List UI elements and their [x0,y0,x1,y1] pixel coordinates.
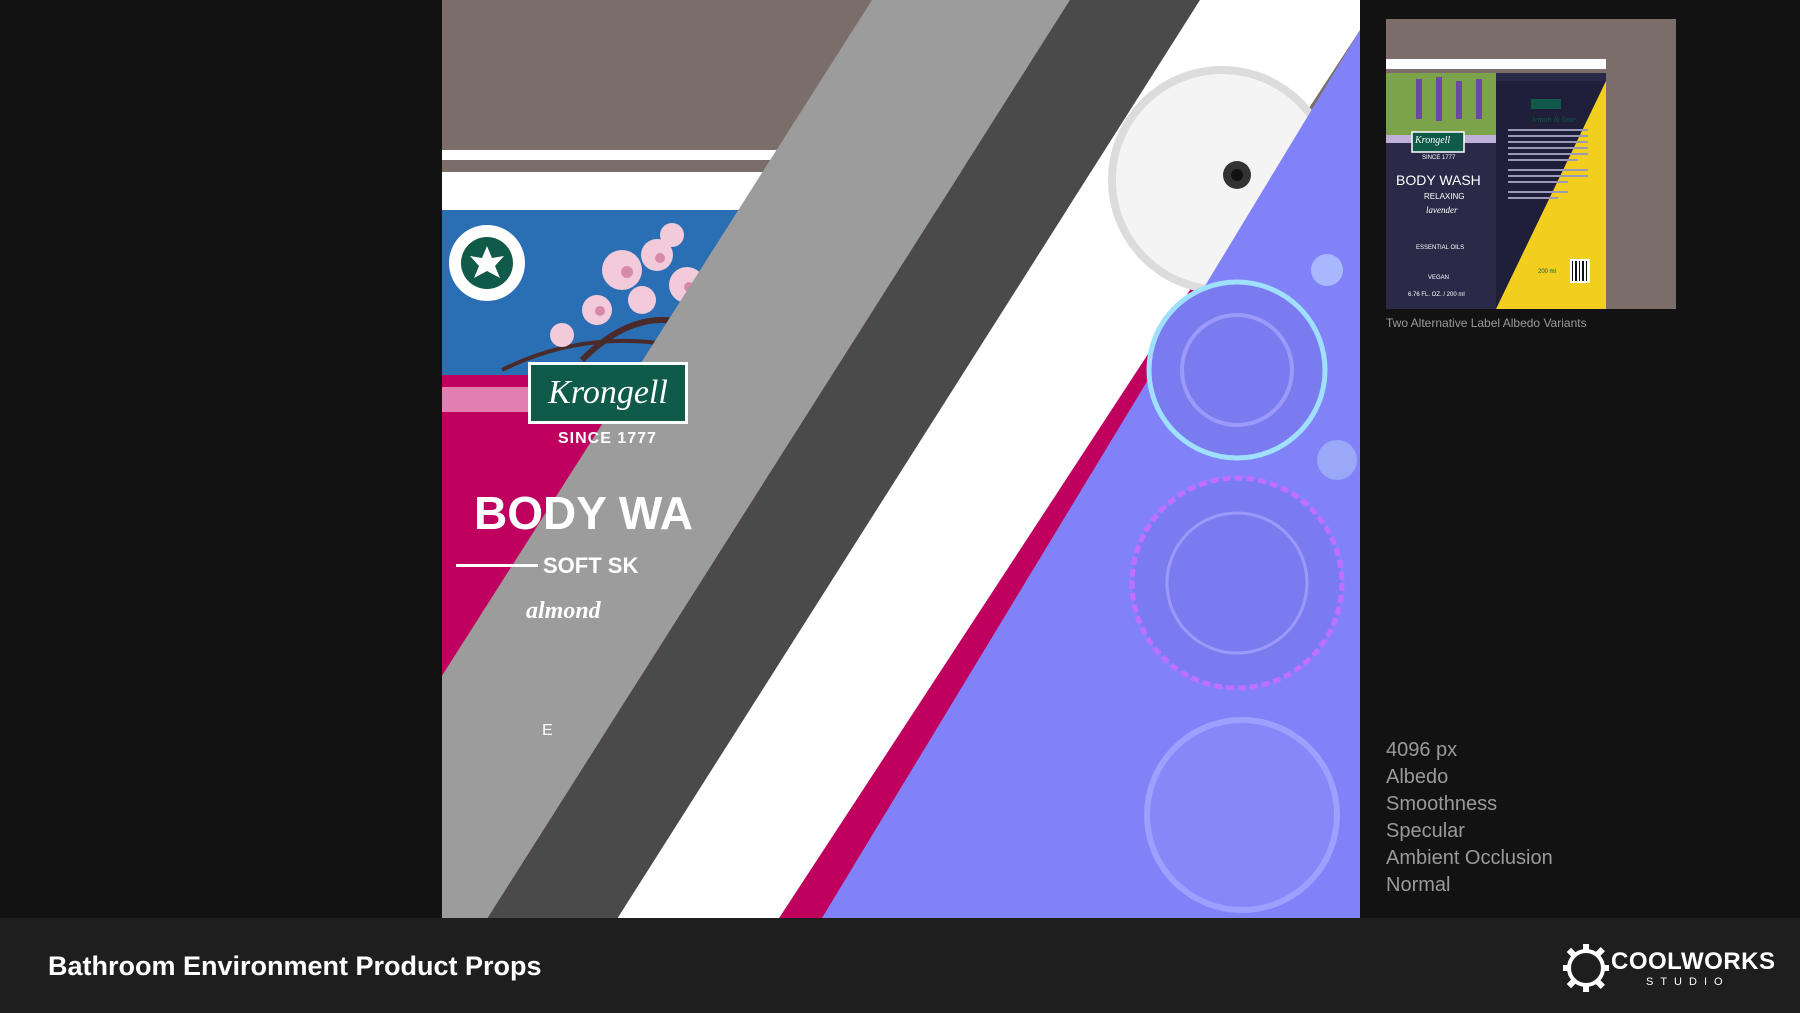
footer-bar: Bathroom Environment Product Props COOLW… [0,918,1800,1013]
thumbnail-caption: Two Alternative Label Albedo Variants [1386,316,1587,330]
spec-specular: Specular [1386,820,1465,842]
variant-name: SOFT SK [543,553,639,578]
spec-smoothness: Smoothness [1386,793,1498,815]
variant-rule [456,564,538,567]
normal-map-caps [1129,254,1357,913]
viewport: Krongell SINCE 1777 BODY WA SOFT SK almo… [0,0,1800,918]
thumb-variant: RELAXING [1424,192,1465,201]
logo-wordmark: COOLWORKS [1611,948,1776,975]
thumb-alt-scent: lemon & lime [1532,115,1576,124]
spec-ambient-occlusion: Ambient Occlusion [1386,847,1553,869]
texture-spec-list: 4096 px Albedo Smoothness Specular Ambie… [1386,737,1553,899]
thumb-scent: lavender [1426,205,1458,215]
top-strip [442,150,782,160]
spec-albedo: Albedo [1386,766,1449,788]
spec-resolution: 4096 px [1386,739,1458,761]
texture-artwork [442,0,1360,918]
thumb-feature-2: VEGAN [1428,275,1450,281]
logo-subtitle: STUDIO [1646,976,1730,988]
product-title: BODY WA [474,487,693,539]
texture-composite: Krongell SINCE 1777 BODY WA SOFT SK almo… [442,0,1360,918]
thumb-product: BODY WASH [1396,172,1481,188]
thumb-since: SINCE 1777 [1422,155,1456,161]
thumb-feature-1: ESSENTIAL OILS [1416,245,1465,251]
thumb-alt-volume: 200 ml [1538,269,1557,275]
brand-logo: Krongell [528,362,688,424]
page-title: Bathroom Environment Product Props [48,951,542,981]
thumb-brand: Krongell [1415,135,1451,146]
spec-normal: Normal [1386,874,1451,896]
since-year: SINCE 1777 [558,430,657,447]
label-variants-thumbnail: Krongell SINCE 1777 BODY WASH RELAXING l… [1386,19,1676,309]
scent-name: almond [526,598,601,624]
thumb-volume: 6.76 FL. OZ. / 200 ml [1408,292,1465,298]
gear-icon [1563,944,1609,992]
small-mark: E [542,722,553,739]
studio-logo[interactable]: COOLWORKS STUDIO [1563,938,1775,998]
